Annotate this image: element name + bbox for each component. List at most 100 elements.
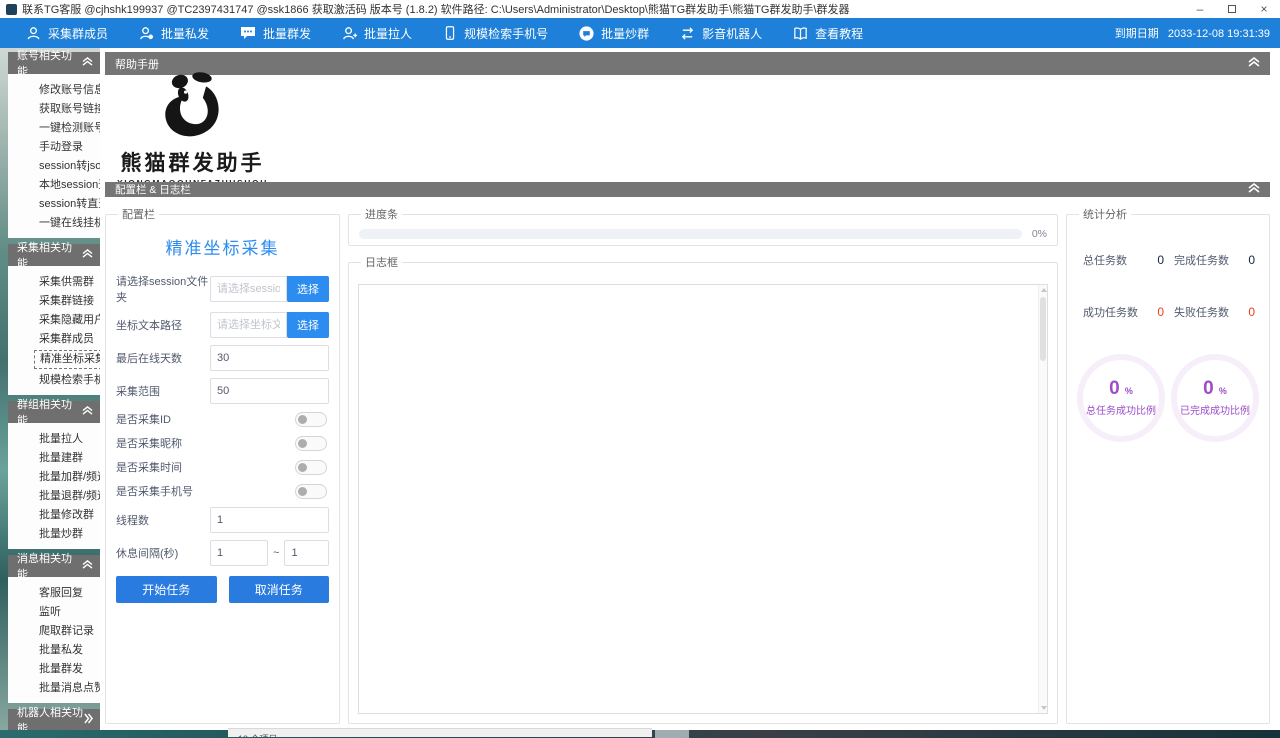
sidebar-item-bulk-like-dislike[interactable]: 批量消息点赞/点踩 [8,679,100,698]
collect-time-toggle[interactable] [295,460,327,475]
pull-people-icon [341,25,358,42]
sidebar-item-bulk-pull[interactable]: 批量拉人 [8,430,100,449]
sidebar-item-bulk-join-group[interactable]: 批量加群/频道 [8,468,100,487]
sidebar-item-bulk-group-send[interactable]: 批量群发 [8,660,100,679]
scroll-up-icon[interactable] [1041,288,1047,292]
sidebar-item-online-idle[interactable]: 一键在线挂机 [8,214,100,233]
coordinate-path-choose-button[interactable]: 选择 [287,312,329,338]
completed-tasks-label: 完成任务数 [1174,252,1229,268]
sidebar-item-cs-reply[interactable]: 客服回复 [8,584,100,603]
sidebar-item-bulk-leave-group[interactable]: 批量退群/频道 [8,487,100,506]
sidebar-item-collect-supply-groups[interactable]: 采集供需群 [8,273,100,292]
scroll-down-icon[interactable] [1041,706,1047,710]
config-log-header-bar: 配置栏 & 日志栏 [105,182,1270,197]
log-scrollbar[interactable] [1038,285,1047,713]
toolbar-label: 采集群成员 [48,25,108,42]
toolbar-label: 批量拉人 [364,25,412,42]
interval-max-input[interactable] [284,540,329,566]
middle-column: 进度条 0% 日志框 [348,206,1058,724]
sidebar-section-account[interactable]: 账号相关功能 [8,52,100,74]
config-legend: 配置栏 [118,206,159,222]
sidebar-item-session-to-json[interactable]: session转json [8,157,100,176]
desktop-bottom-strip: 13 个项目 [0,730,1280,738]
failed-tasks: 失败任务数 0 [1168,304,1259,320]
sidebar-item-bulk-private-send[interactable]: 批量私发 [8,641,100,660]
sidebar-item-collect-group-links[interactable]: 采集群链接 [8,292,100,311]
toolbar-item-bulk-pull-people[interactable]: 批量拉人 [326,18,427,48]
app-icon [6,4,17,15]
toolbar-item-media-bot[interactable]: 影音机器人 [664,18,777,48]
collect-phone-toggle[interactable] [295,484,327,499]
toolbar-item-bulk-group-hype[interactable]: 批量炒群 [563,18,664,48]
coordinate-path-input[interactable] [210,312,287,338]
sidebar-items-messages: 客服回复 监听 爬取群记录 批量私发 批量群发 批量消息点赞/点踩 [8,577,100,703]
last-online-days-input[interactable] [210,345,329,371]
toolbar-label: 规模检索手机号 [464,25,548,42]
window-title: 联系TG客服 @cjhshk199937 @TC2397431747 @ssk1… [22,1,850,17]
sidebar-item-bulk-edit-group[interactable]: 批量修改群 [8,506,100,525]
completed-success-ratio-label: 已完成成功比例 [1180,402,1250,417]
collapse-up-icon[interactable] [1248,183,1260,196]
task-buttons-row: 开始任务 取消任务 [116,576,329,603]
sidebar-item-get-account-link[interactable]: 获取账号链接信息 [8,100,100,119]
maximize-box-icon [1228,5,1236,13]
stats-circles: 0 % 总任务成功比例 0 % 已完成成功比例 [1077,354,1259,442]
threads-input[interactable] [210,507,329,533]
logo-area: 熊猫群发助手 XIONGMAOQUNFAZHUSHOU [105,75,1270,182]
sidebar-item-check-account[interactable]: 一键检测账号 [8,119,100,138]
toolbar-item-bulk-group-send[interactable]: 批量群发 [224,18,326,48]
sidebar-section-groups[interactable]: 群组相关功能 [8,401,100,423]
cancel-task-button[interactable]: 取消任务 [229,576,330,603]
sidebar-section-collect[interactable]: 采集相关功能 [8,244,100,266]
sidebar-item-collect-hidden-users[interactable]: 采集隐藏用户 [8,311,100,330]
toolbar-item-collect-members[interactable]: 采集群成员 [10,18,123,48]
toolbar-item-bulk-private-send[interactable]: 批量私发 [123,18,224,48]
close-icon[interactable]: × [1248,0,1280,18]
collapse-up-icon[interactable] [1248,57,1260,70]
sidebar-item-session-direct-login[interactable]: session转直登号 [8,195,100,214]
phone-search-icon [442,25,458,41]
sidebar-item-local-session-login[interactable]: 本地session登录 [8,176,100,195]
toolbar-item-phone-search[interactable]: 规模检索手机号 [427,18,563,48]
sidebar-item-listen[interactable]: 监听 [8,603,100,622]
explorer-items-count: 13 个项目 [228,734,278,737]
sidebar-item-edit-account[interactable]: 修改账号信息 [8,81,100,100]
member-collect-icon [25,25,42,42]
tutorial-icon [792,25,809,42]
sidebar-section-messages[interactable]: 消息相关功能 [8,555,100,577]
sidebar-item-phone-search[interactable]: 规模检索手机号 [8,371,100,390]
sidebar-item-bulk-hype-group[interactable]: 批量炒群 [8,525,100,544]
sidebar-item-bulk-create-group[interactable]: 批量建群 [8,449,100,468]
toolbar-item-view-tutorial[interactable]: 查看教程 [777,18,878,48]
collect-id-toggle[interactable] [295,412,327,427]
interval-separator: ~ [273,547,279,559]
chevron-up-icon [82,249,93,261]
sidebar-section-robot[interactable]: 机器人相关功能 [8,709,100,730]
progress-panel: 进度条 0% [348,206,1058,246]
group-hype-icon [578,25,595,42]
sidebar-item-precise-coordinate-collect[interactable]: 精准坐标采集 [34,350,100,369]
collect-nickname-toggle[interactable] [295,436,327,451]
sidebar-item-collect-group-members[interactable]: 采集群成员 [8,330,100,349]
sidebar-item-manual-login[interactable]: 手动登录 [8,138,100,157]
stats-row-1: 总任务数 0 完成任务数 0 [1077,252,1259,268]
collect-range-label: 采集范围 [116,383,210,399]
scrollbar-thumb[interactable] [1040,297,1046,361]
threads-label: 线程数 [116,512,210,528]
completed-success-ratio-circle: 0 % 已完成成功比例 [1171,354,1259,442]
interval-min-input[interactable] [210,540,268,566]
chevron-up-icon [82,560,93,572]
start-task-button[interactable]: 开始任务 [116,576,217,603]
app-window: 联系TG客服 @cjhshk199937 @TC2397431747 @ssk1… [0,0,1280,730]
sidebar-item-crawl-group-records[interactable]: 爬取群记录 [8,622,100,641]
success-tasks: 成功任务数 0 [1077,304,1168,320]
maximize-icon[interactable] [1216,0,1248,18]
section-title: 采集相关功能 [17,239,82,271]
stats-panel: 统计分析 总任务数 0 完成任务数 0 [1066,206,1270,724]
collect-range-input[interactable] [210,378,329,404]
minimize-icon[interactable]: – [1184,0,1216,18]
collect-id-label: 是否采集ID [116,411,295,427]
session-folder-choose-button[interactable]: 选择 [287,276,329,302]
completed-tasks-value: 0 [1248,253,1255,267]
session-folder-input[interactable] [210,276,287,302]
